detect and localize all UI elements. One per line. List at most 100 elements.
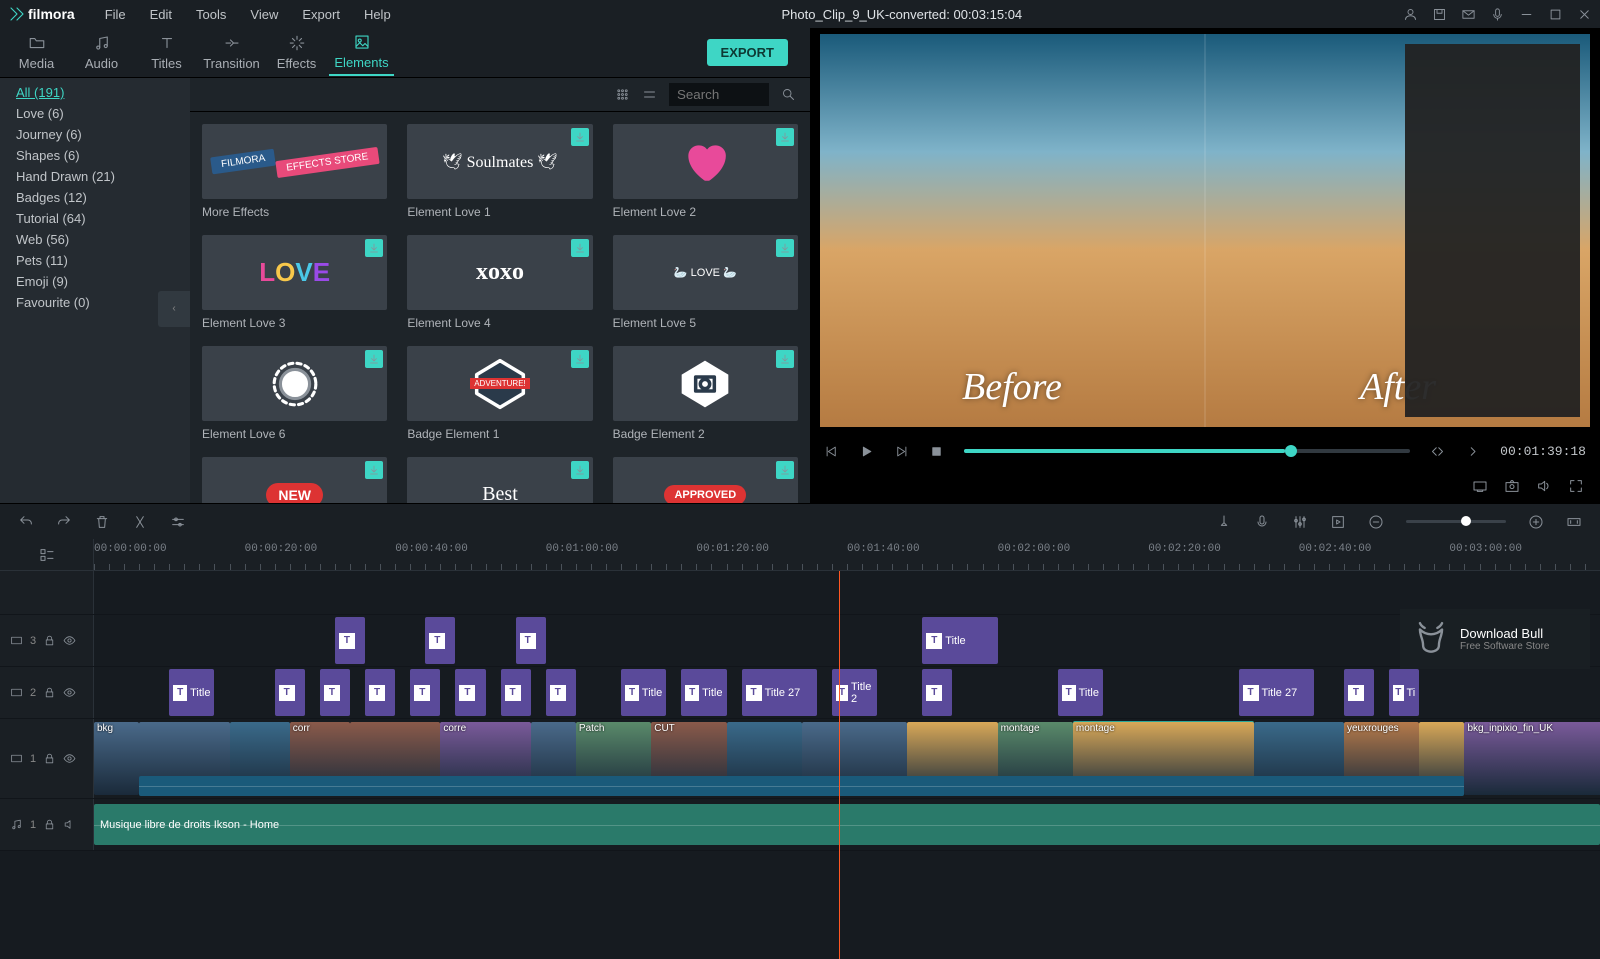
title-clip[interactable]: TTitle xyxy=(681,669,726,716)
user-icon[interactable] xyxy=(1403,7,1418,22)
menu-help[interactable]: Help xyxy=(354,5,401,24)
title-clip[interactable]: TTitle xyxy=(922,617,997,664)
search-input[interactable] xyxy=(669,83,769,106)
minimize-icon[interactable] xyxy=(1519,7,1534,22)
track-header-audio[interactable]: 1 xyxy=(0,799,94,850)
lock-icon[interactable] xyxy=(43,818,56,831)
lock-icon[interactable] xyxy=(43,686,56,699)
volume-icon[interactable] xyxy=(1536,478,1552,494)
download-icon[interactable] xyxy=(776,461,794,479)
download-icon[interactable] xyxy=(571,350,589,368)
eye-icon[interactable] xyxy=(63,634,76,647)
title-clip[interactable]: T xyxy=(501,669,531,716)
mixer-icon[interactable] xyxy=(1292,514,1308,530)
next-frame-icon[interactable] xyxy=(894,444,909,459)
tab-effects[interactable]: Effects xyxy=(264,30,329,75)
sort-icon[interactable] xyxy=(642,87,657,102)
track-header-1[interactable]: 1 xyxy=(0,719,94,798)
title-clip[interactable]: T xyxy=(1344,669,1374,716)
download-icon[interactable] xyxy=(571,128,589,146)
menu-file[interactable]: File xyxy=(95,5,136,24)
element-thumb[interactable]: FILMORAEFFECTS STOREMore Effects xyxy=(202,124,387,219)
menu-edit[interactable]: Edit xyxy=(140,5,182,24)
tab-elements[interactable]: Elements xyxy=(329,29,394,76)
lock-icon[interactable] xyxy=(43,634,56,647)
title-clip[interactable]: T xyxy=(275,669,305,716)
tab-titles[interactable]: Titles xyxy=(134,30,199,75)
tab-transition[interactable]: Transition xyxy=(199,30,264,75)
search-icon[interactable] xyxy=(781,87,796,102)
prev-frame-icon[interactable] xyxy=(824,444,839,459)
record-icon[interactable] xyxy=(1254,514,1270,530)
element-thumb[interactable]: ADVENTURE!Badge Element 1 xyxy=(407,346,592,441)
category-item[interactable]: Love (6) xyxy=(0,103,190,124)
download-icon[interactable] xyxy=(365,239,383,257)
tab-media[interactable]: Media xyxy=(4,30,69,75)
undo-icon[interactable] xyxy=(18,514,34,530)
title-clip[interactable]: T xyxy=(922,669,952,716)
download-icon[interactable] xyxy=(571,239,589,257)
category-item[interactable]: Badges (12) xyxy=(0,187,190,208)
zoom-out-icon[interactable] xyxy=(1368,514,1384,530)
category-item[interactable]: All (191) xyxy=(0,82,190,103)
download-icon[interactable] xyxy=(365,461,383,479)
preview-scrubber[interactable] xyxy=(964,449,1410,453)
element-thumb[interactable]: Best xyxy=(407,457,592,503)
audio-clip[interactable]: Musique libre de droits Ikson - Home xyxy=(94,804,1600,845)
category-item[interactable]: Web (56) xyxy=(0,229,190,250)
quality-icon[interactable] xyxy=(1472,478,1488,494)
category-item[interactable]: Emoji (9) xyxy=(0,271,190,292)
menu-view[interactable]: View xyxy=(240,5,288,24)
title-clip[interactable]: T xyxy=(365,669,395,716)
title-clip[interactable]: T xyxy=(335,617,365,664)
close-icon[interactable] xyxy=(1577,7,1592,22)
title-clip[interactable]: T xyxy=(410,669,440,716)
mute-icon[interactable] xyxy=(63,818,76,831)
category-item[interactable]: Pets (11) xyxy=(0,250,190,271)
eye-icon[interactable] xyxy=(63,686,76,699)
maximize-icon[interactable] xyxy=(1548,7,1563,22)
title-clip[interactable]: TTitle xyxy=(621,669,666,716)
element-thumb[interactable]: APPROVED xyxy=(613,457,798,503)
title-clip[interactable]: TTitle xyxy=(1058,669,1103,716)
zoom-in-icon[interactable] xyxy=(1528,514,1544,530)
category-item[interactable]: Shapes (6) xyxy=(0,145,190,166)
timeline-ruler[interactable]: 00:00:00:0000:00:20:0000:00:40:0000:01:0… xyxy=(94,539,1600,570)
element-thumb[interactable]: Element Love 2 xyxy=(613,124,798,219)
stop-icon[interactable] xyxy=(929,444,944,459)
menu-tools[interactable]: Tools xyxy=(186,5,236,24)
title-clip[interactable]: TTitle 27 xyxy=(1239,669,1314,716)
delete-icon[interactable] xyxy=(94,514,110,530)
element-thumb[interactable]: 🦢 LOVE 🦢Element Love 5 xyxy=(613,235,798,330)
element-thumb[interactable]: LOVEElement Love 3 xyxy=(202,235,387,330)
download-icon[interactable] xyxy=(776,239,794,257)
category-item[interactable]: Tutorial (64) xyxy=(0,208,190,229)
title-clip[interactable]: TTi xyxy=(1389,669,1419,716)
zoom-slider[interactable] xyxy=(1406,520,1506,523)
category-item[interactable]: Journey (6) xyxy=(0,124,190,145)
embedded-audio[interactable] xyxy=(139,776,1464,796)
video-clip[interactable]: bkg_inpixio_fin_UK xyxy=(1464,722,1600,795)
marker-prev-icon[interactable] xyxy=(1430,444,1445,459)
marker-next-icon[interactable] xyxy=(1465,444,1480,459)
category-item[interactable]: Hand Drawn (21) xyxy=(0,166,190,187)
track-manage-icon[interactable] xyxy=(0,539,94,570)
download-icon[interactable] xyxy=(365,350,383,368)
zoom-fit-icon[interactable] xyxy=(1566,514,1582,530)
fullscreen-icon[interactable] xyxy=(1568,478,1584,494)
eye-icon[interactable] xyxy=(63,752,76,765)
mail-icon[interactable] xyxy=(1461,7,1476,22)
collapse-sidebar-icon[interactable]: ‹ xyxy=(158,291,190,327)
title-clip[interactable]: TTitle 27 xyxy=(742,669,817,716)
grid-view-icon[interactable] xyxy=(615,87,630,102)
split-icon[interactable] xyxy=(132,514,148,530)
element-thumb[interactable]: 🕊 Soulmates 🕊Element Love 1 xyxy=(407,124,592,219)
title-clip[interactable]: T xyxy=(516,617,546,664)
settings-icon[interactable] xyxy=(170,514,186,530)
play-icon[interactable] xyxy=(859,444,874,459)
element-thumb[interactable]: Badge Element 2 xyxy=(613,346,798,441)
save-icon[interactable] xyxy=(1432,7,1447,22)
title-clip[interactable]: T xyxy=(546,669,576,716)
redo-icon[interactable] xyxy=(56,514,72,530)
track-header-3[interactable]: 3 xyxy=(0,615,94,666)
